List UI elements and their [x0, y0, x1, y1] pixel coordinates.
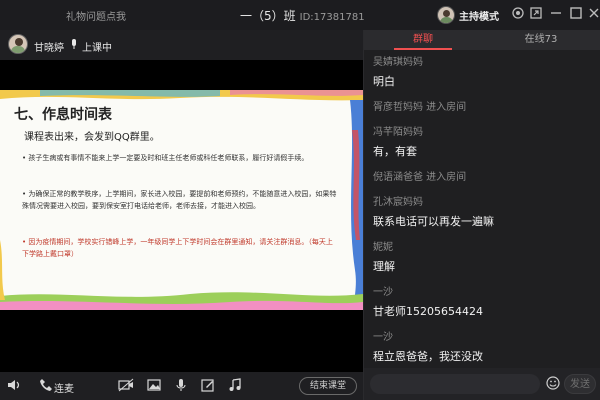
chat-tabs: 群聊 在线73	[364, 30, 600, 50]
close-icon[interactable]	[586, 6, 600, 22]
maximize-icon[interactable]	[568, 6, 584, 22]
chat-message-list[interactable]: 吴婧琪妈妈 明白 胥彦哲妈妈 进入房间 冯芊陌妈妈 有，有套 倪语涵爸爸 进入房…	[364, 50, 600, 368]
title-bar: 礼物问题点我 一（5）班 ID:17381781 主持模式	[0, 0, 600, 30]
camera-icon[interactable]	[118, 378, 134, 394]
phone-connect-icon[interactable]	[38, 378, 54, 394]
message-sender: 一沙	[373, 332, 393, 343]
tab-online[interactable]: 在线73	[482, 30, 600, 50]
message-text: 明白	[373, 75, 395, 88]
presentation-slide: 七、作息时间表 课程表出来，会发到QQ群里。 • 孩子生病或有事情不能来上学一定…	[0, 90, 363, 310]
class-id: ID:17381781	[299, 12, 365, 23]
fullscreen-icon[interactable]	[528, 6, 544, 22]
microphone-icon[interactable]	[173, 378, 189, 394]
image-icon[interactable]	[146, 378, 162, 394]
chat-message: 一沙 程立恩爸爸，我还没改	[373, 328, 593, 364]
teacher-avatar[interactable]	[8, 34, 28, 54]
chat-input[interactable]	[370, 374, 540, 394]
message-sender: 孔沐宸妈妈	[373, 197, 423, 208]
chat-message: 吴婧琪妈妈 明白	[373, 53, 593, 89]
slide-title: 七、作息时间表	[14, 107, 112, 123]
message-text: 理解	[373, 260, 395, 273]
send-button[interactable]: 发送	[564, 374, 596, 394]
microphone-icon	[72, 39, 76, 49]
slide-paragraph-notice: • 因为疫情期间，学校实行错峰上学，一年级同学上下学时间会在群里通知，请关注群消…	[22, 238, 333, 258]
emoji-icon[interactable]	[546, 376, 560, 390]
teacher-name: 甘晓婷	[34, 43, 64, 54]
message-text: 程立恩爸爸，我还没改	[373, 350, 483, 363]
message-sender: 吴婧琪妈妈	[373, 57, 423, 68]
slide-paragraph: • 孩子生病或有事情不能来上学一定要及时和班主任老师或科任老师联系，履行好请假手…	[22, 154, 309, 162]
minimize-icon[interactable]	[548, 6, 564, 22]
video-area-bottom	[0, 310, 363, 372]
slide-subtitle: 课程表出来，会发到QQ群里。	[24, 132, 160, 143]
bottom-toolbar: 连麦 结束课堂	[0, 372, 363, 400]
video-area-top	[0, 60, 363, 90]
speaker-icon[interactable]	[6, 378, 22, 394]
presenter-bar: 甘晓婷 上课中	[0, 30, 363, 60]
message-sender: 妮妮	[373, 242, 393, 253]
settings-icon[interactable]	[510, 6, 526, 22]
message-text: 联系电话可以再发一遍嘛	[373, 215, 494, 228]
chat-input-bar: 发送	[364, 368, 600, 400]
connect-mic-label[interactable]: 连麦	[54, 380, 74, 395]
chat-message: 妮妮 理解	[373, 238, 593, 274]
gift-help-link[interactable]: 礼物问题点我	[66, 8, 126, 23]
message-sender: 一沙	[373, 287, 393, 298]
class-name: 一（5）班	[240, 9, 296, 23]
message-text: 有，有套	[373, 145, 417, 158]
class-title: 一（5）班 ID:17381781	[240, 7, 365, 24]
message-sender: 冯芊陌妈妈	[373, 127, 423, 138]
music-icon[interactable]	[227, 378, 243, 394]
host-avatar[interactable]	[437, 6, 455, 24]
host-mode-label[interactable]: 主持模式	[459, 8, 499, 23]
chat-message: 孔沐宸妈妈 联系电话可以再发一遍嘛	[373, 193, 593, 229]
system-message: 胥彦哲妈妈 进入房间	[373, 102, 467, 113]
chat-message: 冯芊陌妈妈 有，有套	[373, 123, 593, 159]
end-class-button[interactable]: 结束课堂	[299, 377, 357, 395]
chat-message: 一沙 甘老师15205654424	[373, 283, 593, 319]
system-message: 倪语涵爸爸 进入房间	[373, 172, 467, 183]
tab-group-chat[interactable]: 群聊	[364, 30, 482, 50]
message-text: 甘老师15205654424	[373, 305, 483, 318]
slide-paragraph: • 为确保正常的教学秩序，上学期间，家长进入校园，要提前和老师预约，不能随意进入…	[22, 190, 337, 210]
edit-whiteboard-icon[interactable]	[200, 378, 216, 394]
class-status: 上课中	[82, 43, 112, 54]
